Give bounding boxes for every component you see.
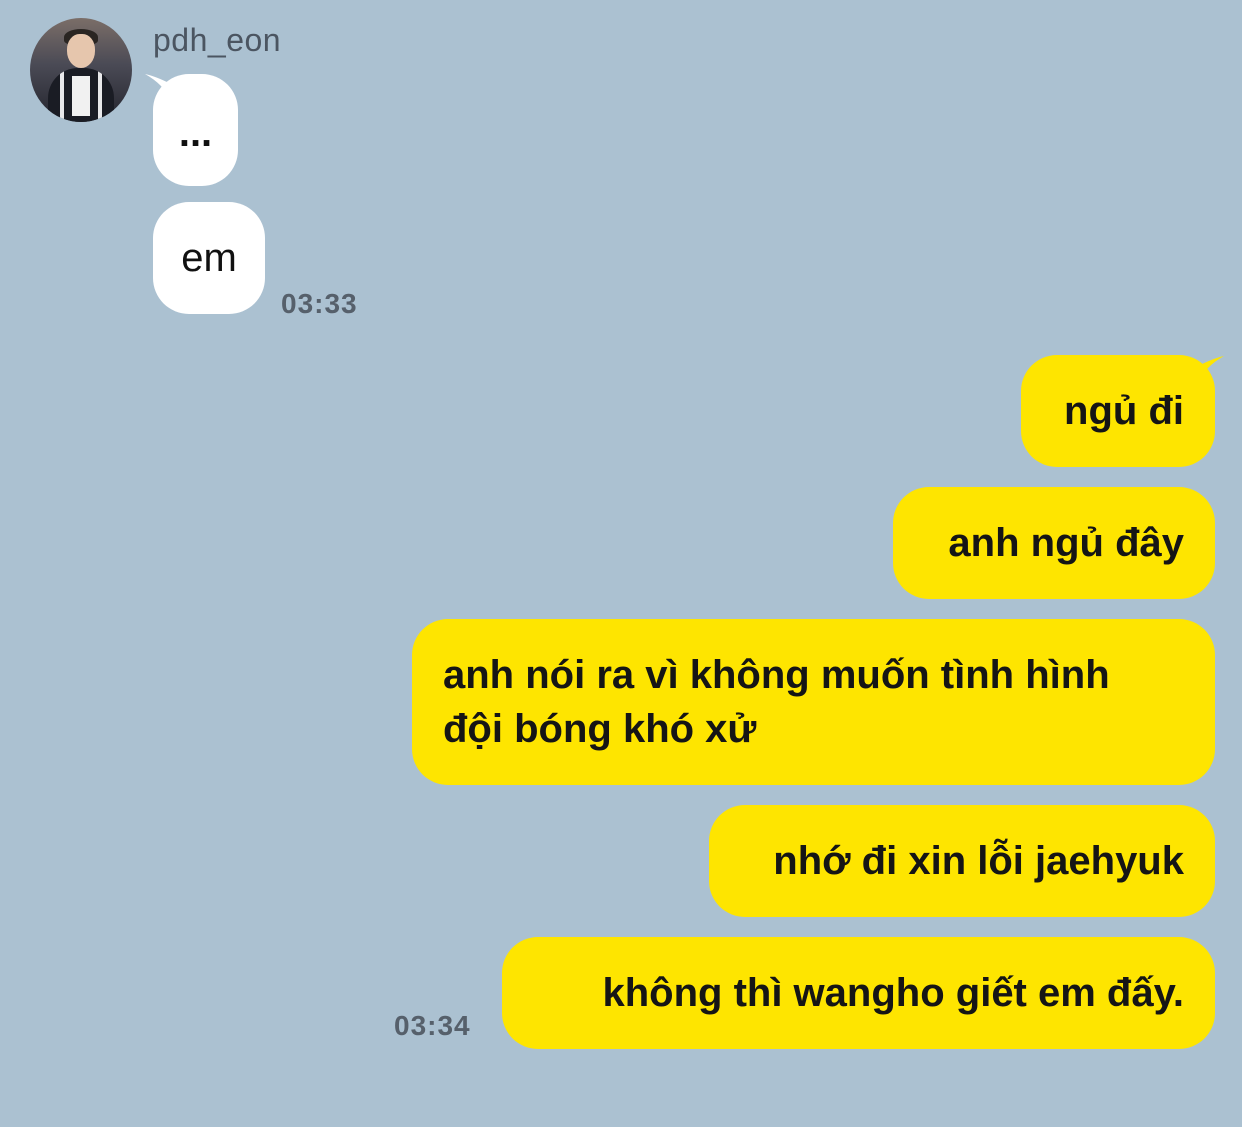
outgoing-message[interactable]: ngủ đi	[1021, 355, 1215, 467]
message-timestamp: 03:33	[281, 288, 358, 319]
outgoing-message[interactable]: anh ngủ đây	[893, 487, 1215, 599]
message-timestamp: 03:34	[394, 1010, 471, 1041]
outgoing-message-text: anh ngủ đây	[948, 521, 1184, 565]
incoming-message[interactable]: ...	[153, 74, 238, 186]
outgoing-message[interactable]: anh nói ra vì không muốn tình hình đội b…	[412, 619, 1215, 785]
avatar-shirt	[72, 76, 90, 116]
avatar-head	[67, 34, 95, 68]
outgoing-message-line: đội bóng khó xử	[443, 707, 757, 751]
sender-avatar[interactable]	[30, 18, 132, 122]
incoming-message[interactable]: em	[153, 202, 265, 314]
outgoing-message[interactable]: không thì wangho giết em đấy.	[502, 937, 1215, 1049]
outgoing-message-text: nhớ đi xin lỗi jaehyuk	[773, 839, 1184, 883]
outgoing-message-text: không thì wangho giết em đấy.	[602, 971, 1184, 1015]
outgoing-message-line: anh nói ra vì không muốn tình hình	[443, 653, 1110, 697]
incoming-message-text: ...	[178, 111, 213, 155]
outgoing-message-text: ngủ đi	[1064, 389, 1184, 433]
incoming-message-text: em	[181, 236, 237, 280]
sender-name: pdh_eon	[153, 22, 282, 58]
outgoing-message[interactable]: nhớ đi xin lỗi jaehyuk	[709, 805, 1215, 917]
